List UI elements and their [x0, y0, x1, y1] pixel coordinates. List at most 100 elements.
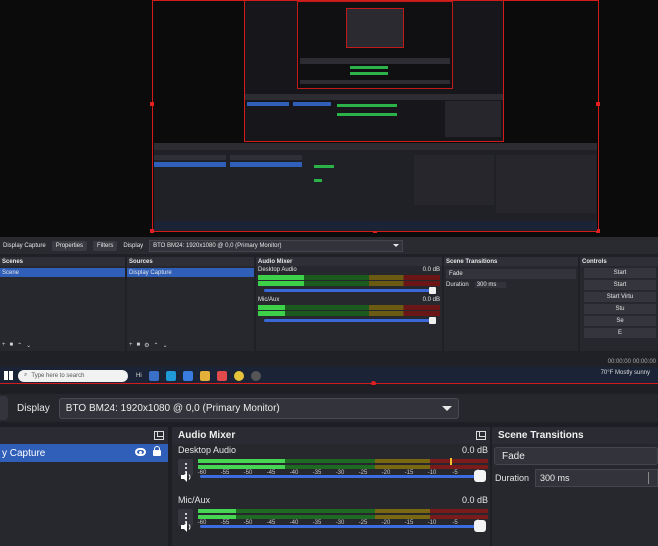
gear-icon[interactable]: ⚙: [144, 342, 149, 349]
mid-display-label: Display: [123, 242, 144, 249]
mid-sources-dock: Sources Display Capture + ■ ⚙ ⌃ ⌄: [127, 257, 254, 351]
mid-status-bar: 00:00:00 00:00:00: [607, 359, 656, 365]
down-icon[interactable]: ⌄: [26, 342, 31, 349]
mid-sources-title: Sources: [127, 257, 254, 266]
source-settings-button[interactable]: [0, 396, 8, 420]
mid-start-streaming-button[interactable]: Start: [584, 268, 656, 278]
add-icon[interactable]: +: [2, 342, 6, 349]
mid-scene-transitions-dock: Scene Transitions Fade Duration 300 ms: [444, 257, 578, 351]
mic-aux-volume-slider[interactable]: [200, 525, 482, 528]
mid-sources-toolbar: + ■ ⚙ ⌃ ⌄: [129, 342, 168, 349]
desktop-audio-channel: Desktop Audio 0.0 dB -60 -55 -50 -45 -40 -35-…: [178, 445, 488, 483]
chevron-down-icon: [441, 405, 452, 411]
add-icon[interactable]: +: [129, 342, 133, 349]
mini-obs-window: Display Capture Properties Filters Displ…: [0, 237, 658, 385]
store-icon[interactable]: [216, 370, 227, 381]
resize-handle-left[interactable]: [150, 102, 154, 106]
audio-mixer-title: Audio Mixer: [178, 430, 236, 441]
undock-icon[interactable]: [476, 431, 486, 440]
mid-scenes-toolbar: + ■ ⌃ ⌄: [2, 342, 31, 349]
mid-source-item[interactable]: Display Capture: [127, 268, 254, 277]
mid-exit-button[interactable]: E: [584, 328, 656, 338]
desktop-audio-volume-knob[interactable]: [474, 470, 486, 482]
mic-aux-meter-right: [198, 515, 488, 519]
chrome-icon[interactable]: [233, 370, 244, 381]
resize-handle-right[interactable]: [596, 102, 600, 106]
mid-transition-select[interactable]: Fade: [446, 269, 576, 279]
files-icon[interactable]: [182, 370, 193, 381]
obs-main-window: Display BTO BM24: 1920x1080 @ 0,0 (Prima…: [0, 385, 658, 546]
transition-select[interactable]: Fade: [494, 447, 658, 465]
mic-aux-volume-row: [178, 520, 488, 534]
mid-desktop-audio-meter: [258, 275, 440, 280]
mic-aux-db: 0.0 dB: [461, 495, 488, 505]
trash-icon[interactable]: ■: [10, 342, 14, 349]
desktop-audio-volume-slider[interactable]: [200, 475, 482, 478]
mid-desktop-audio-db: 0.0 dB: [422, 267, 440, 273]
mid-display-select[interactable]: BTO BM24: 1920x1080 @ 0,0 (Primary Monit…: [149, 239, 404, 252]
display-select-value: BTO BM24: 1920x1080 @ 0,0 (Primary Monit…: [65, 402, 280, 414]
down-icon[interactable]: ⌄: [163, 342, 168, 349]
mid-audio-mixer-title: Audio Mixer: [256, 257, 442, 266]
mid-start-virtual-camera-button[interactable]: Start Virtu: [584, 292, 656, 302]
desktop-audio-meter-left: [198, 459, 488, 463]
nested-preview-level-2: [244, 0, 504, 142]
mid-controls-dock: Controls Start Start Start Virtu Stu Se …: [580, 257, 658, 351]
source-item-label: y Capture: [2, 447, 46, 459]
mid-mic-aux-label: Mic/Aux: [258, 297, 280, 303]
nested-preview-level-1: [154, 143, 597, 231]
taskbar-hi-item[interactable]: Hi: [136, 373, 142, 379]
duration-input[interactable]: 300 ms: [535, 469, 658, 487]
mid-studio-mode-button[interactable]: Stu: [584, 304, 656, 314]
windows-start-icon[interactable]: [4, 371, 13, 380]
nested-preview-level-4: [346, 8, 404, 48]
chevron-down-icon: [393, 244, 400, 247]
taskview-icon[interactable]: [148, 370, 159, 381]
up-icon[interactable]: ⌃: [154, 342, 159, 349]
folder-icon[interactable]: [199, 370, 210, 381]
taskbar-search-input[interactable]: ⌕ Type here to search: [18, 369, 128, 382]
scene-transitions-title: Scene Transitions: [498, 430, 584, 441]
preview-canvas[interactable]: [0, 0, 658, 237]
mid-scenes-dock: Scenes Scene + ■ ⌃ ⌄: [0, 257, 125, 351]
duration-label: Duration: [495, 473, 530, 483]
desktop-audio-label: Desktop Audio: [178, 445, 237, 455]
mid-scene-item[interactable]: Scene: [0, 268, 125, 277]
mid-mic-aux-volume-slider[interactable]: [264, 317, 436, 324]
search-icon: ⌕: [24, 372, 28, 378]
trash-icon[interactable]: ■: [137, 342, 141, 349]
display-select[interactable]: BTO BM24: 1920x1080 @ 0,0 (Primary Monit…: [58, 397, 459, 419]
display-label: Display: [17, 402, 50, 414]
mid-controls-title: Controls: [580, 257, 658, 266]
desktop-audio-db: 0.0 dB: [461, 445, 488, 455]
source-item-display-capture[interactable]: y Capture: [0, 444, 168, 462]
speaker-icon[interactable]: [180, 521, 192, 533]
mid-duration-input[interactable]: 300 ms: [474, 282, 507, 288]
mid-scene-transitions-title: Scene Transitions: [444, 257, 578, 266]
speaker-icon[interactable]: [180, 471, 192, 483]
lock-icon[interactable]: [153, 446, 161, 456]
mic-aux-label: Mic/Aux: [178, 495, 211, 505]
mic-aux-volume-knob[interactable]: [474, 520, 486, 532]
edge-icon[interactable]: [165, 370, 176, 381]
mid-filters-button[interactable]: Filters: [93, 240, 118, 251]
mid-scenes-title: Scenes: [0, 257, 125, 266]
eye-icon[interactable]: [135, 448, 146, 456]
taskbar-weather[interactable]: 70°F Mostly sunny: [601, 370, 650, 376]
mid-toolbar: Display Capture Properties Filters Displ…: [0, 237, 658, 254]
mid-settings-button[interactable]: Se: [584, 316, 656, 326]
selection-edge-line: [0, 383, 658, 384]
mic-aux-channel: Mic/Aux 0.0 dB -60 -55 -50 -45 -40 -35 -30 -25-…: [178, 495, 488, 532]
mid-desktop-audio-volume-slider[interactable]: [264, 287, 436, 294]
mid-mic-aux-db: 0.0 dB: [422, 297, 440, 303]
mid-properties-button[interactable]: Properties: [51, 240, 88, 251]
nested-preview-level-3: [297, 1, 453, 89]
source-properties-bar: Display BTO BM24: 1920x1080 @ 0,0 (Prima…: [0, 394, 658, 422]
up-icon[interactable]: ⌃: [17, 342, 22, 349]
mic-aux-meter-left: [198, 509, 488, 513]
mid-start-recording-button[interactable]: Start: [584, 280, 656, 290]
undock-icon[interactable]: [154, 431, 164, 440]
windows-taskbar: ⌕ Type here to search Hi 70°F Mostly sun…: [0, 367, 658, 384]
obs-icon[interactable]: [250, 370, 261, 381]
mid-desktop-audio-label: Desktop Audio: [258, 267, 297, 273]
